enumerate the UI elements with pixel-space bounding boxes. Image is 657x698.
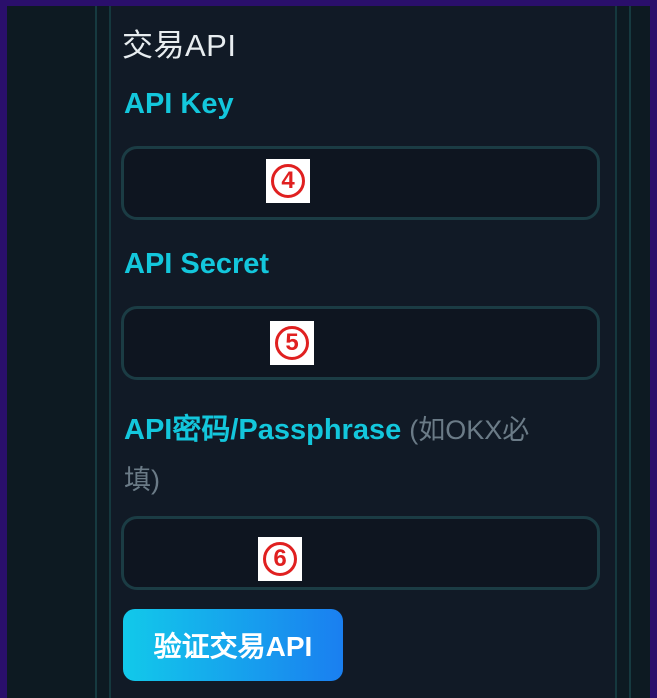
api-key-input[interactable] — [121, 146, 600, 220]
left-divider — [95, 6, 97, 698]
step-badge-6: 6 — [258, 537, 302, 581]
passphrase-input[interactable] — [121, 516, 600, 590]
passphrase-label: API密码/Passphrase (如OKX必 — [124, 406, 529, 448]
passphrase-hint-line2: 填) — [124, 465, 160, 495]
api-secret-input[interactable] — [121, 306, 600, 380]
section-title: 交易API — [122, 28, 237, 63]
passphrase-hint-cont: 填) — [124, 458, 160, 497]
step-badge-4: 4 — [266, 159, 310, 203]
api-secret-label: API Secret — [124, 248, 270, 280]
step-badge-5: 5 — [270, 321, 314, 365]
right-divider — [629, 6, 631, 698]
passphrase-label-text: API密码/Passphrase — [124, 414, 402, 446]
verify-trade-api-button[interactable]: 验证交易API — [123, 609, 343, 681]
api-key-label: API Key — [124, 88, 234, 120]
passphrase-hint: (如OKX必 — [409, 415, 530, 445]
